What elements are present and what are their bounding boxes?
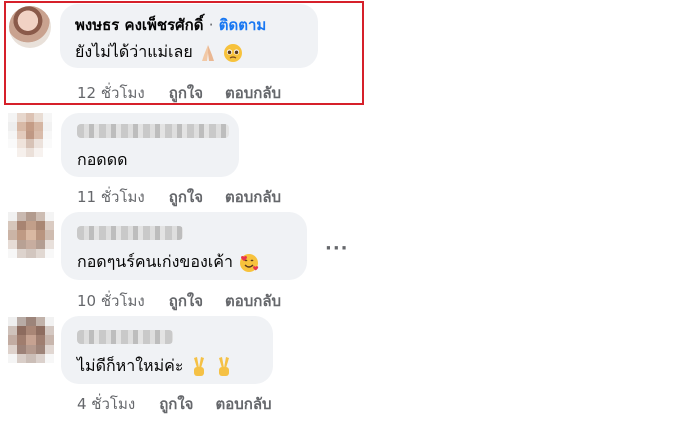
like-link[interactable]: ถูกใจ — [159, 392, 193, 416]
avatar[interactable] — [9, 6, 51, 48]
victory-hand-icon — [218, 356, 229, 376]
like-link[interactable]: ถูกใจ — [169, 185, 203, 209]
comment-author[interactable]: พงษธร คงเพ็ชรศักดิ์ · ติดตาม — [75, 13, 266, 37]
reply-link[interactable]: ตอบกลับ — [215, 392, 271, 416]
separator-dot: · — [208, 16, 214, 34]
comment-text: ไม่ดีก็หาใหม่ค่ะ — [77, 354, 234, 379]
comment-text-content: กอดๆนร์คนเก่งของเค้า — [77, 252, 233, 271]
comment-actions: 4 ชั่วโมง ถูกใจ ตอบกลับ — [77, 392, 294, 416]
comment-text: ยังไม่ได้ว่าแม่เลย — [75, 40, 243, 65]
comment-text: กอดๆนร์คนเก่งของเค้า — [77, 250, 260, 275]
comment-actions: 12 ชั่วโมง ถูกใจ ตอบกลับ — [77, 81, 303, 105]
follow-button[interactable]: ติดตาม — [219, 16, 267, 34]
pleading-face-icon — [223, 43, 242, 62]
comment-text: กอดดด — [77, 150, 128, 169]
comment-text-content: ไม่ดีก็หาใหม่ค่ะ — [77, 356, 184, 375]
author-name[interactable]: พงษธร คงเพ็ชรศักดิ์ — [75, 16, 204, 34]
more-options-button[interactable]: ··· — [325, 238, 349, 259]
comment-time[interactable]: 12 ชั่วโมง — [77, 81, 145, 105]
reply-link[interactable]: ตอบกลับ — [225, 185, 281, 209]
comment-author[interactable] — [77, 124, 229, 138]
reply-link[interactable]: ตอบกลับ — [225, 289, 281, 313]
reply-link[interactable]: ตอบกลับ — [225, 81, 281, 105]
comment-time[interactable]: 10 ชั่วโมง — [77, 289, 145, 313]
avatar[interactable] — [8, 317, 54, 363]
avatar[interactable] — [8, 212, 54, 258]
like-link[interactable]: ถูกใจ — [169, 289, 203, 313]
comment-author[interactable] — [77, 226, 183, 240]
smiling-face-with-hearts-icon — [240, 253, 259, 272]
like-link[interactable]: ถูกใจ — [169, 81, 203, 105]
comment-text-content: ยังไม่ได้ว่าแม่เลย — [75, 42, 193, 61]
victory-hand-icon — [193, 356, 204, 376]
folded-hands-icon — [201, 44, 214, 61]
comment-time[interactable]: 4 ชั่วโมง — [77, 392, 135, 416]
comment-actions: 10 ชั่วโมง ถูกใจ ตอบกลับ — [77, 289, 303, 313]
comment-author[interactable] — [77, 330, 173, 344]
avatar[interactable] — [8, 113, 52, 157]
comment-actions: 11 ชั่วโมง ถูกใจ ตอบกลับ — [77, 185, 303, 209]
comment-time[interactable]: 11 ชั่วโมง — [77, 185, 145, 209]
